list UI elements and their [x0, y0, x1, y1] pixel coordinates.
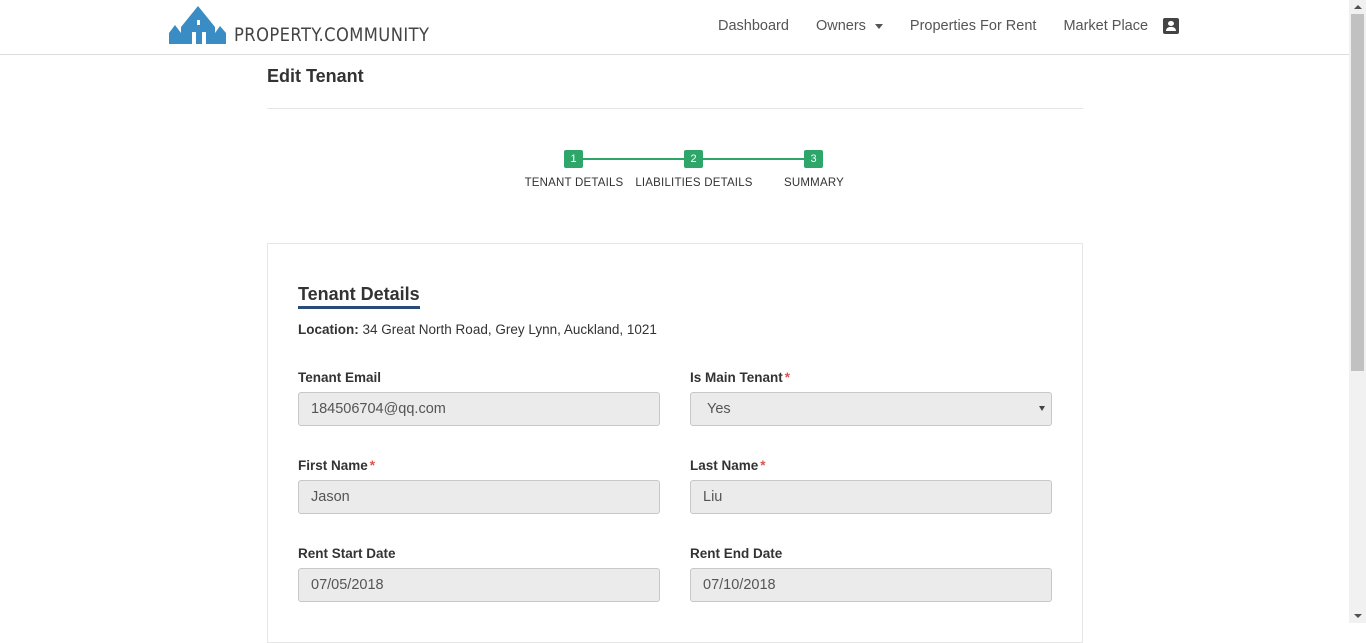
required-marker: *	[760, 458, 766, 473]
rent-start-date-label-text: Rent Start Date	[298, 546, 396, 561]
logo-text: PROPERTY.COMMUNITY	[234, 24, 430, 46]
section-title: Tenant Details	[298, 284, 420, 309]
nav-dashboard[interactable]: Dashboard	[718, 18, 789, 34]
step-3-label: SUMMARY	[784, 177, 844, 189]
rent-end-date-label-text: Rent End Date	[690, 546, 783, 561]
scroll-down-arrow-icon[interactable]	[1354, 614, 1362, 618]
location-value: 34 Great North Road, Grey Lynn, Auckland…	[362, 322, 657, 337]
scrollbar-thumb[interactable]	[1351, 14, 1364, 371]
step-1-badge[interactable]: 1	[564, 150, 583, 168]
last-name-field[interactable]: Liu	[690, 480, 1052, 514]
rent-start-date-field[interactable]: 07/05/2018	[298, 568, 660, 602]
nav-owners-dropdown[interactable]: Owners	[816, 18, 883, 34]
step-3-badge[interactable]: 3	[804, 150, 823, 168]
step-2-badge[interactable]: 2	[684, 150, 703, 168]
step-connector	[583, 158, 695, 160]
rent-end-date-field[interactable]: 07/10/2018	[690, 568, 1052, 602]
first-name-label-text: First Name	[298, 458, 368, 473]
top-navbar: PROPERTY.COMMUNITY Dashboard Owners Prop…	[0, 0, 1349, 55]
page-title: Edit Tenant	[267, 66, 364, 86]
tenant-email-label-text: Tenant Email	[298, 370, 382, 385]
is-main-tenant-value: Yes	[707, 401, 731, 417]
nav-properties-for-rent[interactable]: Properties For Rent	[910, 18, 1037, 34]
required-marker: *	[784, 370, 791, 385]
logo[interactable]: PROPERTY.COMMUNITY	[169, 5, 461, 45]
step-1-label: TENANT DETAILS	[524, 177, 624, 189]
nav-market-place[interactable]: Market Place	[1063, 18, 1148, 34]
tenant-email-field[interactable]: 184506704@qq.com	[298, 392, 660, 426]
select-arrow-icon	[1039, 406, 1045, 411]
account-box-icon[interactable]	[1163, 18, 1179, 34]
last-name-label: Last Name *	[690, 458, 766, 473]
last-name-label-text: Last Name	[690, 458, 759, 473]
location-label: Location:	[298, 322, 359, 337]
step-connector	[703, 158, 815, 160]
main-nav: Dashboard Owners Properties For Rent Mar…	[718, 18, 1175, 34]
tenant-email-label: Tenant Email	[298, 370, 381, 385]
vertical-scrollbar[interactable]	[1349, 0, 1366, 623]
is-main-tenant-select[interactable]: Yes	[690, 392, 1052, 426]
tenant-details-card: Tenant Details Location: 34 Great North …	[267, 243, 1083, 643]
is-main-tenant-label-text: Is Main Tenant	[690, 370, 783, 385]
logo-houses-icon	[169, 6, 226, 44]
rent-end-date-label: Rent End Date	[690, 546, 782, 561]
nav-owners-label: Owners	[815, 18, 866, 34]
step-2-label: LIABILITIES DETAILS	[635, 177, 753, 189]
caret-down-icon	[874, 23, 883, 29]
divider	[267, 108, 1083, 109]
first-name-label: First Name *	[298, 458, 375, 473]
first-name-field[interactable]: Jason	[298, 480, 660, 514]
rent-start-date-label: Rent Start Date	[298, 546, 396, 561]
location-text: Location: 34 Great North Road, Grey Lynn…	[298, 322, 657, 337]
scroll-up-arrow-icon[interactable]	[1354, 5, 1362, 9]
is-main-tenant-label: Is Main Tenant *	[690, 370, 790, 385]
required-marker: *	[369, 458, 376, 473]
